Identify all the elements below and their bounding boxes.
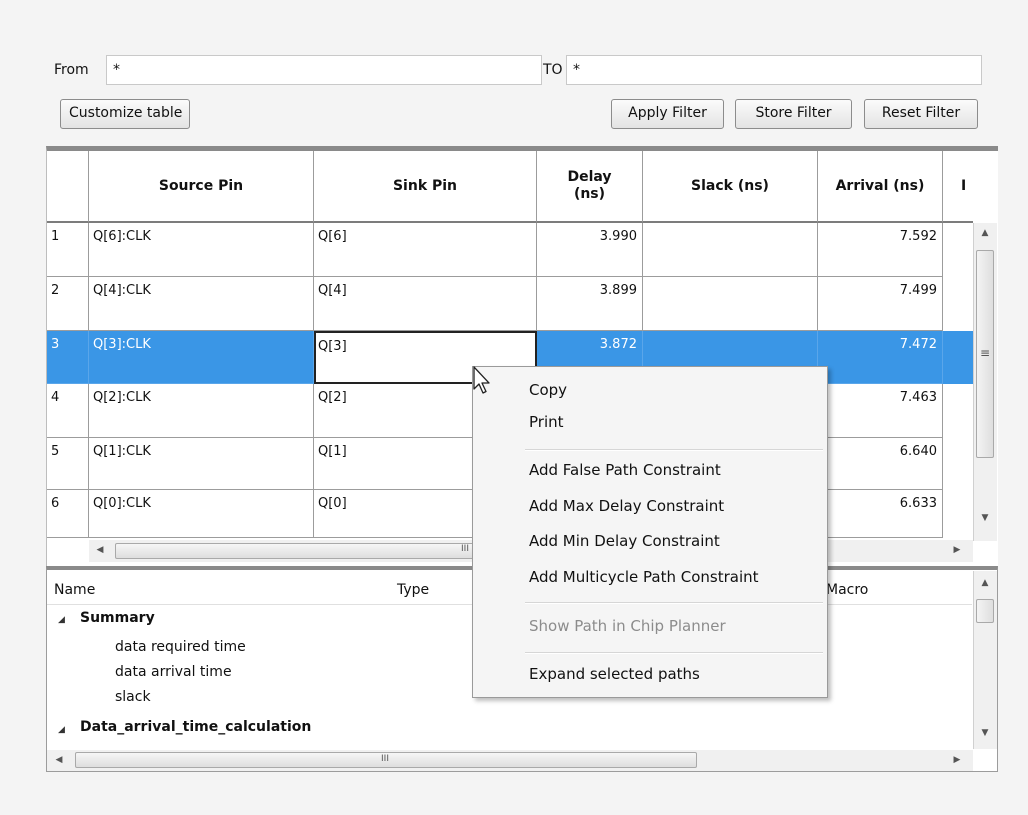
to-input[interactable]: * bbox=[566, 55, 982, 85]
menu-separator bbox=[525, 602, 823, 604]
menu-expand-selected-paths[interactable]: Expand selected paths bbox=[529, 665, 700, 683]
scroll-down-icon[interactable]: ▼ bbox=[975, 728, 995, 738]
menu-print[interactable]: Print bbox=[529, 413, 564, 431]
menu-add-min-delay[interactable]: Add Min Delay Constraint bbox=[529, 532, 720, 550]
next-column-header[interactable]: I bbox=[943, 151, 973, 223]
table-hscroll-thumb[interactable] bbox=[115, 543, 500, 559]
type-column-header[interactable]: Type bbox=[397, 582, 429, 598]
row-number[interactable]: 1 bbox=[47, 223, 89, 277]
row-number[interactable]: 3 bbox=[47, 331, 89, 384]
scroll-up-icon[interactable]: ▲ bbox=[975, 228, 995, 238]
name-column-header[interactable]: Name bbox=[54, 582, 95, 598]
arrival-cell[interactable]: 6.633 bbox=[818, 490, 943, 538]
tree-leaf[interactable]: slack bbox=[115, 687, 151, 707]
details-vertical-scrollbar[interactable] bbox=[973, 571, 997, 749]
menu-separator bbox=[525, 449, 823, 451]
scroll-up-icon[interactable]: ▲ bbox=[975, 578, 995, 588]
source-pin-cell[interactable]: Q[2]:CLK bbox=[89, 384, 314, 438]
tree-node-summary[interactable]: Summary bbox=[80, 608, 155, 628]
thumb-grip-icon: ≡ bbox=[979, 346, 991, 360]
scroll-right-icon[interactable]: ▶ bbox=[950, 755, 964, 765]
source-pin-cell[interactable]: Q[4]:CLK bbox=[89, 277, 314, 331]
arrival-cell[interactable]: 7.472 bbox=[818, 331, 943, 384]
customize-table-button[interactable]: Customize table bbox=[60, 99, 190, 129]
row-number[interactable]: 6 bbox=[47, 490, 89, 538]
hscroll-grip-icon: III bbox=[381, 754, 389, 764]
menu-copy[interactable]: Copy bbox=[529, 381, 567, 399]
expand-icon[interactable]: ◢ bbox=[58, 610, 65, 630]
details-vscroll-thumb[interactable] bbox=[976, 599, 994, 623]
source-pin-cell[interactable]: Q[0]:CLK bbox=[89, 490, 314, 538]
from-input[interactable]: * bbox=[106, 55, 542, 85]
row-number[interactable]: 5 bbox=[47, 438, 89, 490]
menu-add-multicycle[interactable]: Add Multicycle Path Constraint bbox=[529, 568, 759, 586]
row-number[interactable]: 4 bbox=[47, 384, 89, 438]
source-pin-cell[interactable]: Q[1]:CLK bbox=[89, 438, 314, 490]
reset-filter-button[interactable]: Reset Filter bbox=[864, 99, 978, 129]
scroll-left-icon[interactable]: ◀ bbox=[93, 545, 107, 555]
arrival-cell[interactable]: 7.463 bbox=[818, 384, 943, 438]
apply-filter-button[interactable]: Apply Filter bbox=[611, 99, 724, 129]
arrival-cell[interactable]: 7.499 bbox=[818, 277, 943, 331]
slack-cell[interactable] bbox=[643, 223, 818, 277]
arrival-cell[interactable]: 6.640 bbox=[818, 438, 943, 490]
path-report-window: { "filter": { "from_label": "From", "fro… bbox=[0, 0, 1028, 815]
source-pin-cell[interactable]: Q[3]:CLK bbox=[89, 331, 314, 384]
row-number[interactable]: 2 bbox=[47, 277, 89, 331]
slack-cell[interactable] bbox=[643, 277, 818, 331]
tree-node-data-arrival-calculation[interactable]: Data_arrival_time_calculation bbox=[80, 717, 311, 737]
context-menu: Copy Print Add False Path Constraint Add… bbox=[472, 366, 828, 698]
scroll-right-icon[interactable]: ▶ bbox=[950, 545, 964, 555]
expand-icon[interactable]: ◢ bbox=[58, 720, 65, 740]
delay-cell[interactable]: 3.990 bbox=[537, 223, 643, 277]
delay-header[interactable]: Delay (ns) bbox=[537, 151, 643, 223]
menu-show-in-chip-planner: Show Path in Chip Planner bbox=[529, 617, 726, 635]
store-filter-button[interactable]: Store Filter bbox=[735, 99, 852, 129]
mouse-cursor-icon bbox=[473, 366, 490, 394]
delay-cell[interactable]: 3.899 bbox=[537, 277, 643, 331]
sink-pin-cell[interactable]: Q[6] bbox=[314, 223, 537, 277]
scroll-left-icon[interactable]: ◀ bbox=[52, 755, 66, 765]
arrival-cell[interactable]: 7.592 bbox=[818, 223, 943, 277]
row-number-header bbox=[47, 151, 89, 223]
from-label: From bbox=[54, 62, 89, 78]
macro-column-header[interactable]: Macro bbox=[826, 582, 868, 598]
slack-header[interactable]: Slack (ns) bbox=[643, 151, 818, 223]
source-pin-header[interactable]: Source Pin bbox=[89, 151, 314, 223]
menu-separator bbox=[525, 652, 823, 654]
tree-leaf[interactable]: data arrival time bbox=[115, 662, 232, 682]
scroll-down-icon[interactable]: ▼ bbox=[975, 513, 995, 523]
menu-add-max-delay[interactable]: Add Max Delay Constraint bbox=[529, 497, 724, 515]
tree-leaf[interactable]: data required time bbox=[115, 637, 246, 657]
sink-pin-header[interactable]: Sink Pin bbox=[314, 151, 537, 223]
menu-add-false-path[interactable]: Add False Path Constraint bbox=[529, 461, 721, 479]
sink-pin-cell[interactable]: Q[4] bbox=[314, 277, 537, 331]
to-label: TO bbox=[543, 62, 563, 78]
source-pin-cell[interactable]: Q[6]:CLK bbox=[89, 223, 314, 277]
arrival-header[interactable]: Arrival (ns) bbox=[818, 151, 943, 223]
